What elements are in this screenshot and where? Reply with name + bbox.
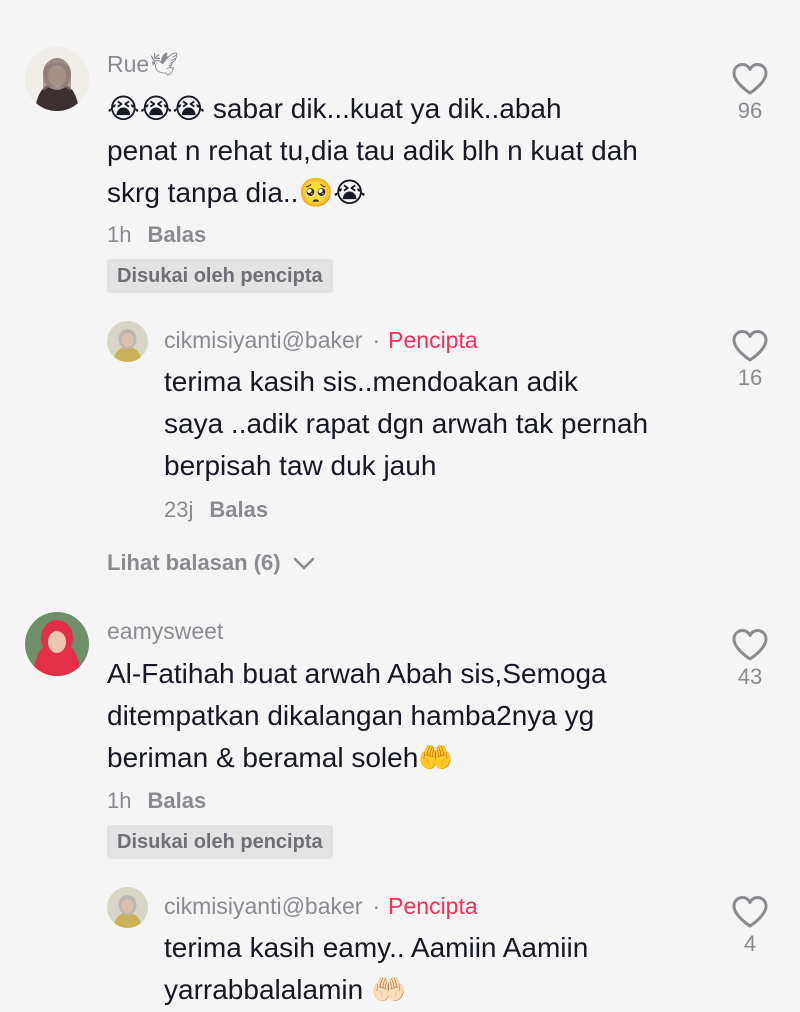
- comment-line: ditempatkan dikalangan hamba2nya yg: [107, 700, 595, 731]
- comment-text: Al-Fatihah buat arwah Abah sis,Semoga di…: [107, 653, 707, 779]
- reply-button[interactable]: Balas: [147, 222, 206, 247]
- reply-text: terima kasih sis..mendoakan adik saya ..…: [164, 361, 704, 487]
- creator-tag: Pencipta: [388, 893, 478, 919]
- comment-line: beriman & beramal soleh🤲: [107, 742, 454, 773]
- reply-line: terima kasih eamy.. Aamiin Aamiin: [164, 932, 589, 963]
- reply-line: yarrabbalalamin 🤲🏻: [164, 974, 406, 1005]
- reply-text: terima kasih eamy.. Aamiin Aamiin yarrab…: [164, 927, 704, 1011]
- user-avatar-icon: [25, 612, 89, 676]
- avatar[interactable]: [25, 612, 89, 676]
- separator-dot: ·: [372, 893, 381, 919]
- heart-icon: [732, 63, 768, 95]
- comment-meta: 1h Balas: [107, 787, 206, 815]
- like-button[interactable]: 4: [720, 895, 780, 957]
- like-count: 43: [737, 664, 763, 689]
- like-button[interactable]: 16: [720, 329, 780, 391]
- chevron-down-icon: [293, 557, 314, 570]
- reply-meta: 23j Balas: [164, 496, 268, 524]
- like-count: 16: [737, 365, 763, 390]
- liked-by-creator-badge: Disukai oleh pencipta: [107, 825, 333, 859]
- heart-icon: [732, 896, 768, 928]
- liked-by-creator-badge: Disukai oleh pencipta: [107, 259, 333, 293]
- comment-line: Al-Fatihah buat arwah Abah sis,Semoga: [107, 658, 607, 689]
- view-replies-button[interactable]: Lihat balasan (6): [107, 549, 315, 577]
- comment-username[interactable]: eamysweet: [107, 617, 223, 645]
- like-count: 96: [737, 98, 763, 123]
- user-avatar-icon: [107, 887, 148, 928]
- comment-text: 😭😭😭 sabar dik...kuat ya dik..abah penat …: [107, 88, 707, 214]
- avatar[interactable]: [25, 47, 89, 111]
- creator-tag: Pencipta: [388, 327, 478, 353]
- reply-time: 23j: [164, 497, 194, 522]
- reply-username[interactable]: cikmisiyanti@baker · Pencipta: [164, 892, 478, 920]
- comment-line: 😭😭😭 sabar dik...kuat ya dik..abah: [107, 93, 562, 124]
- comment-line: skrg tanpa dia..🥺😭: [107, 177, 367, 208]
- like-button[interactable]: 43: [720, 628, 780, 690]
- like-count: 4: [743, 931, 757, 956]
- reply-line: berpisah taw duk jauh: [164, 450, 437, 481]
- user-avatar-icon: [25, 47, 89, 111]
- comment-username[interactable]: Rue🕊: [107, 50, 178, 78]
- heart-icon: [732, 330, 768, 362]
- reply-avatar[interactable]: [107, 887, 148, 928]
- reply-line: terima kasih sis..mendoakan adik: [164, 366, 578, 397]
- separator-dot: ·: [372, 327, 381, 353]
- like-button[interactable]: 96: [720, 62, 780, 124]
- reply-username[interactable]: cikmisiyanti@baker · Pencipta: [164, 326, 478, 354]
- reply-button[interactable]: Balas: [147, 788, 206, 813]
- heart-icon: [732, 629, 768, 661]
- reply-line: saya ..adik rapat dgn arwah tak pernah: [164, 408, 649, 439]
- reply-button[interactable]: Balas: [209, 497, 268, 522]
- reply-avatar[interactable]: [107, 321, 148, 362]
- comment-meta: 1h Balas: [107, 221, 206, 249]
- comment-time: 1h: [107, 222, 132, 247]
- comment-time: 1h: [107, 788, 132, 813]
- user-avatar-icon: [107, 321, 148, 362]
- comment-line: penat n rehat tu,dia tau adik blh n kuat…: [107, 135, 638, 166]
